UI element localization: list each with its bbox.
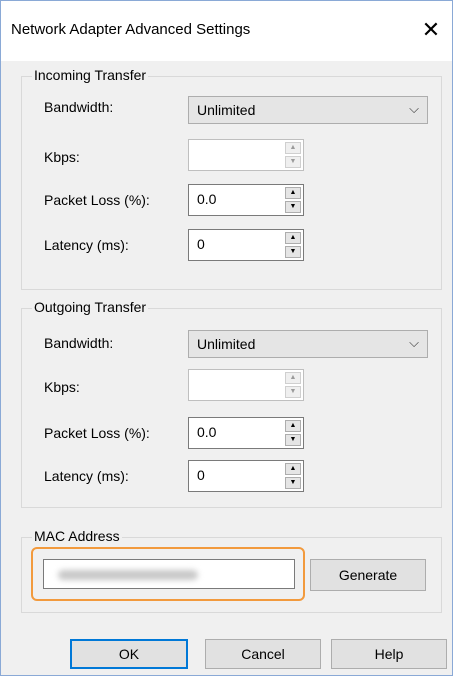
incoming-transfer-group: Incoming Transfer Bandwidth: Unlimited ⌵… [21, 67, 442, 290]
close-icon[interactable]: ✕ [416, 15, 446, 45]
arrow-up-icon[interactable]: ▲ [285, 372, 301, 384]
outgoing-loss-label: Packet Loss (%): [44, 425, 150, 441]
incoming-loss-value: 0.0 [197, 191, 217, 207]
outgoing-kbps-stepper[interactable]: ▲ ▼ [188, 369, 304, 401]
window-title: Network Adapter Advanced Settings [11, 21, 251, 38]
incoming-latency-label: Latency (ms): [44, 237, 129, 253]
arrow-down-icon[interactable]: ▼ [285, 386, 301, 398]
arrow-down-icon[interactable]: ▼ [285, 434, 301, 446]
incoming-bandwidth-dropdown[interactable]: Unlimited ⌵ [188, 96, 428, 124]
outgoing-latency-label: Latency (ms): [44, 468, 129, 484]
incoming-kbps-label: Kbps: [44, 149, 80, 165]
mac-address-highlight [31, 547, 305, 601]
arrow-up-icon[interactable]: ▲ [285, 232, 301, 244]
outgoing-transfer-group: Outgoing Transfer Bandwidth: Unlimited ⌵… [21, 299, 442, 508]
title-bar: Network Adapter Advanced Settings ✕ [1, 1, 452, 61]
arrow-down-icon[interactable]: ▼ [285, 246, 301, 258]
chevron-down-icon: ⌵ [409, 335, 419, 350]
arrow-down-icon[interactable]: ▼ [285, 156, 301, 168]
chevron-down-icon: ⌵ [409, 101, 419, 116]
incoming-latency-value: 0 [197, 236, 205, 252]
outgoing-bandwidth-label: Bandwidth: [44, 335, 114, 351]
incoming-latency-stepper[interactable]: 0 ▲ ▼ [188, 229, 304, 261]
redacted-mac-value [58, 570, 198, 580]
outgoing-legend: Outgoing Transfer [32, 299, 149, 315]
arrow-down-icon[interactable]: ▼ [285, 477, 301, 489]
arrow-up-icon[interactable]: ▲ [285, 142, 301, 154]
incoming-loss-label: Packet Loss (%): [44, 192, 150, 208]
incoming-bandwidth-value: Unlimited [197, 102, 256, 118]
outgoing-latency-stepper[interactable]: 0 ▲ ▼ [188, 460, 304, 492]
ok-button[interactable]: OK [70, 639, 188, 669]
arrow-down-icon[interactable]: ▼ [285, 201, 301, 213]
mac-address-field[interactable] [43, 559, 295, 589]
outgoing-latency-value: 0 [197, 467, 205, 483]
cancel-button[interactable]: Cancel [205, 639, 321, 669]
outgoing-bandwidth-dropdown[interactable]: Unlimited ⌵ [188, 330, 428, 358]
arrow-up-icon[interactable]: ▲ [285, 420, 301, 432]
incoming-legend: Incoming Transfer [32, 67, 149, 83]
arrow-up-icon[interactable]: ▲ [285, 187, 301, 199]
settings-dialog: Network Adapter Advanced Settings ✕ Inco… [0, 0, 453, 676]
outgoing-loss-stepper[interactable]: 0.0 ▲ ▼ [188, 417, 304, 449]
arrow-up-icon[interactable]: ▲ [285, 463, 301, 475]
outgoing-bandwidth-value: Unlimited [197, 336, 256, 352]
mac-legend: MAC Address [32, 528, 122, 544]
outgoing-loss-value: 0.0 [197, 424, 217, 440]
help-button[interactable]: Help [331, 639, 447, 669]
incoming-loss-stepper[interactable]: 0.0 ▲ ▼ [188, 184, 304, 216]
generate-button[interactable]: Generate [310, 559, 426, 591]
outgoing-kbps-label: Kbps: [44, 379, 80, 395]
incoming-bandwidth-label: Bandwidth: [44, 99, 114, 115]
incoming-kbps-stepper[interactable]: ▲ ▼ [188, 139, 304, 171]
